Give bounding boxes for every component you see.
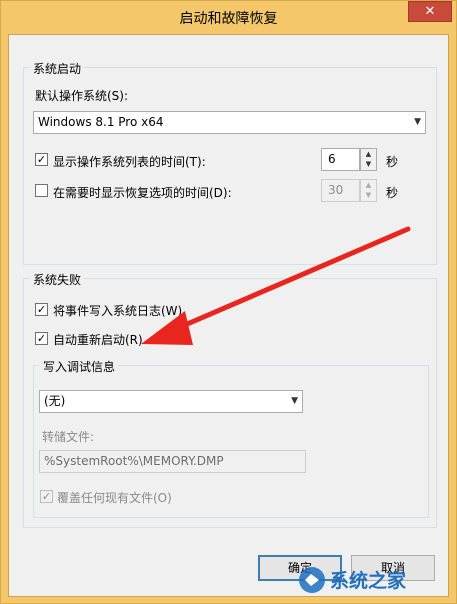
- watermark-logo: 系统之家: [299, 567, 407, 593]
- watermark-text: 系统之家: [330, 569, 407, 592]
- dialog-window: 启动和故障恢复 ✕ 系统启动 默认操作系统(S): Windows 8.1 Pr…: [0, 0, 457, 604]
- arrow-head: [141, 311, 193, 345]
- arrow-shaft: [168, 226, 411, 334]
- annotation-arrow: [141, 226, 411, 345]
- watermark: 系统之家: [296, 563, 446, 600]
